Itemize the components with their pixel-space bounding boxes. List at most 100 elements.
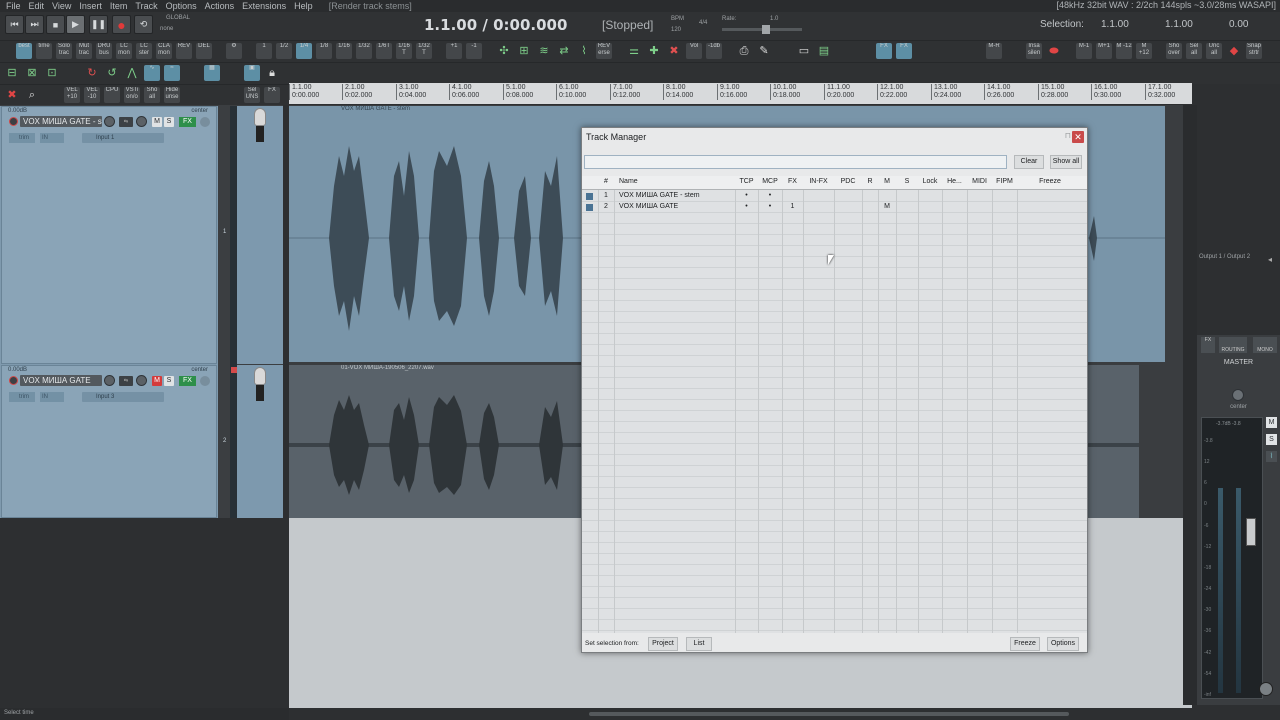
menu-insert[interactable]: Insert (79, 1, 102, 11)
rate-value[interactable]: 1.0 (770, 16, 778, 22)
stop-button[interactable]: ■ (46, 15, 65, 34)
track-name[interactable]: VOX МИША GATE - ste (20, 116, 102, 127)
toolbar2-toggle-4[interactable]: ▣ (244, 65, 260, 81)
toolbar-icon-e[interactable]: ⌇ (576, 43, 592, 59)
project-button[interactable]: Project (648, 637, 678, 651)
toolbar-btn-time[interactable]: time (36, 43, 52, 59)
toolbar3-zoom[interactable]: ⌕ (24, 87, 40, 103)
selection-start[interactable]: 1.1.00 (1101, 19, 1129, 30)
fx-button[interactable]: FX (179, 117, 196, 127)
input-monitor-button[interactable]: IN (40, 392, 64, 402)
row-name[interactable]: VOX МИША GATE - stem (619, 192, 700, 199)
row-mcp[interactable]: • (758, 192, 782, 199)
col-header-lock[interactable]: Lock (918, 178, 942, 185)
horizontal-scrollbar[interactable] (289, 708, 1192, 720)
menu-help[interactable]: Help (294, 1, 313, 11)
toolbar2-icon-2[interactable]: ⊠ (24, 65, 40, 81)
vertical-scrollbar[interactable] (1183, 105, 1197, 705)
col-header-name[interactable]: Name (619, 178, 638, 185)
toolbar-btn-mute-track[interactable]: Mut trac (76, 43, 92, 59)
toolbar2-icon-3[interactable]: ⊡ (44, 65, 60, 81)
master-fader[interactable] (1246, 518, 1256, 546)
route-button[interactable]: ⇆ (119, 376, 133, 386)
grid-1-2[interactable]: 1/2 (276, 43, 292, 59)
list-button[interactable]: List (686, 637, 712, 651)
toolbar3-cpu[interactable]: CPU (104, 87, 120, 103)
toolbar-btn-vol[interactable]: Vol (686, 43, 702, 59)
toolbar2-icon-6[interactable]: ⋀ (124, 65, 140, 81)
col-header-freeze[interactable]: Freeze (1017, 178, 1083, 185)
toolbar-btn-cla-mon[interactable]: CLA mon (156, 43, 172, 59)
row-mcp[interactable]: • (758, 203, 782, 210)
toolbar-icon-h[interactable]: ✖ (666, 43, 682, 59)
timeline-ruler[interactable]: 1.1.00 0:00.000 2.1.00 0:02.000 3.1.00 0:04… (289, 83, 1192, 104)
input-select[interactable]: Input 1 (82, 133, 164, 143)
master-pan-knob[interactable] (1232, 389, 1244, 401)
input-monitor-button[interactable]: IN (40, 133, 64, 143)
col-header-height[interactable]: He... (942, 178, 967, 185)
rate-slider-thumb[interactable] (762, 25, 770, 34)
record-arm-button[interactable] (9, 376, 18, 385)
toolbar-btn-show-overlap[interactable]: Sho over (1166, 43, 1182, 59)
route-button[interactable]: ⇆ (119, 117, 133, 127)
toolbar-btn-best[interactable]: best (16, 43, 32, 59)
grid-1-32t[interactable]: 1/32 T (416, 43, 432, 59)
master-solo-button[interactable]: S (1266, 434, 1277, 445)
toolbar-icon-g[interactable]: ✚ (646, 43, 662, 59)
toolbar3-fx[interactable]: FX (264, 87, 280, 103)
toolbar-btn-metronome[interactable]: ⚙ (226, 43, 242, 59)
toolbar-btn-m-1[interactable]: M-1 (1076, 43, 1092, 59)
toolbar3-show-all[interactable]: Sho all (144, 87, 160, 103)
go-end-button[interactable]: ⏭ (25, 15, 44, 34)
toolbar-btn-unselect-all[interactable]: Unc all (1206, 43, 1222, 59)
toolbar-btn-insert-silence[interactable]: Insa silen (1026, 43, 1042, 59)
toolbar-btn-reverse[interactable]: REV erse (596, 43, 612, 59)
grid-1-4[interactable]: 1/4 (296, 43, 312, 59)
row-fx[interactable]: 1 (782, 203, 803, 210)
col-header-m[interactable]: M (878, 178, 896, 185)
input-select[interactable]: Input 3 (82, 392, 164, 402)
master-fx-button[interactable]: FX (1201, 337, 1215, 353)
col-header-fx[interactable]: FX (782, 178, 803, 185)
freeze-button[interactable]: Freeze (1010, 637, 1040, 651)
toolbar-icon-b[interactable]: ⊞ (516, 43, 532, 59)
pan-knob[interactable] (136, 116, 147, 127)
toolbar-btn-m-r[interactable]: M-R (986, 43, 1002, 59)
options-button[interactable]: Options (1047, 637, 1079, 651)
toolbar-btn-lc-ster[interactable]: LC ster (136, 43, 152, 59)
record-arm-button[interactable] (9, 117, 18, 126)
grid-1[interactable]: 1 (256, 43, 272, 59)
toolbar-btn-del[interactable]: DEL (196, 43, 212, 59)
toolbar-btn-fx-bypass[interactable]: FX (876, 43, 892, 59)
show-all-button[interactable]: Show all (1050, 155, 1082, 169)
toolbar2-toggle-3[interactable]: ▦ (204, 65, 220, 81)
solo-button[interactable]: S (164, 376, 174, 386)
record-button[interactable]: ● (112, 15, 131, 34)
toolbar-btn-m-minus-12[interactable]: M -12 (1116, 43, 1132, 59)
menu-file[interactable]: File (6, 1, 21, 11)
menu-actions[interactable]: Actions (205, 1, 235, 11)
selection-end[interactable]: 1.1.00 (1165, 19, 1193, 30)
toolbar-icon-d[interactable]: ⇄ (556, 43, 572, 59)
col-header-mcp[interactable]: MCP (758, 178, 782, 185)
mute-button[interactable]: M (152, 376, 162, 386)
toolbar3-delete[interactable]: ✖ (4, 87, 20, 103)
mute-button[interactable]: M (152, 117, 162, 127)
menu-track[interactable]: Track (135, 1, 157, 11)
toolbar-btn-select-all[interactable]: Sel all (1186, 43, 1202, 59)
toolbar-icon-c[interactable]: ≋ (536, 43, 552, 59)
row-name[interactable]: VOX МИША GATE (619, 203, 678, 210)
menu-options[interactable]: Options (166, 1, 197, 11)
pin-icon[interactable]: ⊓ (1065, 131, 1071, 140)
toolbar-btn-lc-mon[interactable]: LC mon (116, 43, 132, 59)
toolbar-icon-j[interactable]: ✎ (756, 43, 772, 59)
toolbar-icon-lips[interactable]: ⬬ (1046, 43, 1062, 59)
toolbar-btn-m-plus-12[interactable]: M +12 (1136, 43, 1152, 59)
master-mute-button[interactable]: M (1266, 417, 1277, 428)
toolbar2-toggle-1[interactable]: ∿ (144, 65, 160, 81)
toolbar3-vsti[interactable]: VSTi on/o (124, 87, 140, 103)
grid-1-32[interactable]: 1/32 (356, 43, 372, 59)
volume-knob[interactable] (104, 375, 115, 386)
rate-slider[interactable] (722, 25, 802, 34)
toolbar2-icon-5[interactable]: ↺ (104, 65, 120, 81)
